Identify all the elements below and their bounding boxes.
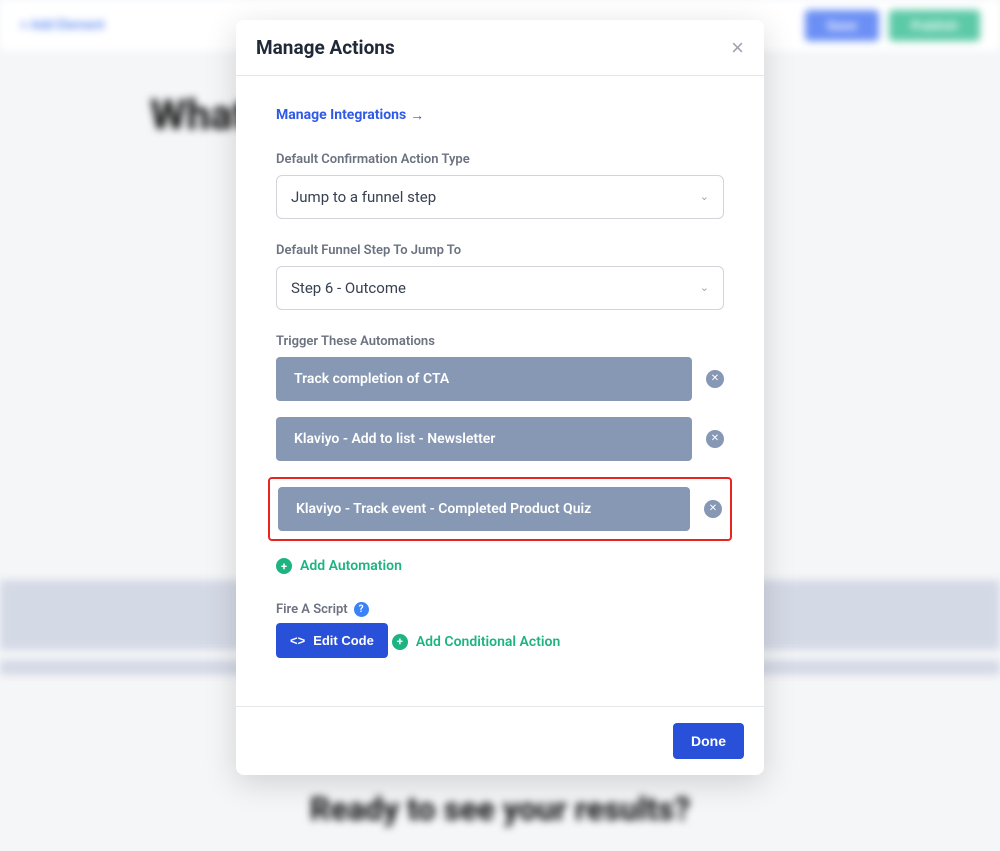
add-automation-link[interactable]: + Add Automation (276, 558, 402, 574)
confirmation-action-select[interactable]: Jump to a funnel step ⌄ (276, 175, 724, 219)
plus-circle-icon: + (276, 558, 292, 574)
code-icon: <> (290, 633, 305, 648)
manage-integrations-label: Manage Integrations (276, 107, 406, 123)
arrow-right-icon: → (410, 107, 424, 124)
manage-actions-modal: Manage Actions × Manage Integrations → D… (236, 20, 764, 775)
chevron-down-icon: ⌄ (700, 190, 709, 203)
automation-item[interactable]: Klaviyo - Track event - Completed Produc… (278, 487, 690, 531)
trigger-automations-label: Trigger These Automations (276, 334, 724, 349)
confirmation-action-label: Default Confirmation Action Type (276, 152, 724, 167)
remove-automation-icon[interactable]: ✕ (706, 430, 724, 448)
automation-row: Klaviyo - Add to list - Newsletter ✕ (276, 417, 724, 461)
done-button[interactable]: Done (673, 723, 744, 759)
close-icon[interactable]: × (731, 37, 744, 59)
remove-automation-icon[interactable]: ✕ (706, 370, 724, 388)
funnel-step-value: Step 6 - Outcome (291, 279, 406, 297)
automation-item[interactable]: Klaviyo - Add to list - Newsletter (276, 417, 692, 461)
modal-title: Manage Actions (256, 36, 395, 59)
automation-row-highlighted: Klaviyo - Track event - Completed Produc… (268, 477, 732, 541)
chevron-down-icon: ⌄ (700, 281, 709, 294)
funnel-step-select[interactable]: Step 6 - Outcome ⌄ (276, 266, 724, 310)
add-conditional-label: Add Conditional Action (416, 634, 560, 650)
manage-integrations-link[interactable]: Manage Integrations → (276, 107, 424, 124)
add-automation-label: Add Automation (300, 558, 402, 574)
confirmation-action-value: Jump to a funnel step (291, 188, 436, 206)
automation-row: Track completion of CTA ✕ (276, 357, 724, 401)
automation-item[interactable]: Track completion of CTA (276, 357, 692, 401)
plus-circle-icon: + (392, 634, 408, 650)
fire-script-label: Fire A Script (276, 602, 348, 617)
edit-code-label: Edit Code (313, 633, 374, 648)
edit-code-button[interactable]: <> Edit Code (276, 623, 388, 658)
funnel-step-label: Default Funnel Step To Jump To (276, 243, 724, 258)
add-conditional-action-link[interactable]: + Add Conditional Action (392, 634, 560, 650)
help-icon[interactable]: ? (354, 602, 369, 617)
remove-automation-icon[interactable]: ✕ (704, 500, 722, 518)
